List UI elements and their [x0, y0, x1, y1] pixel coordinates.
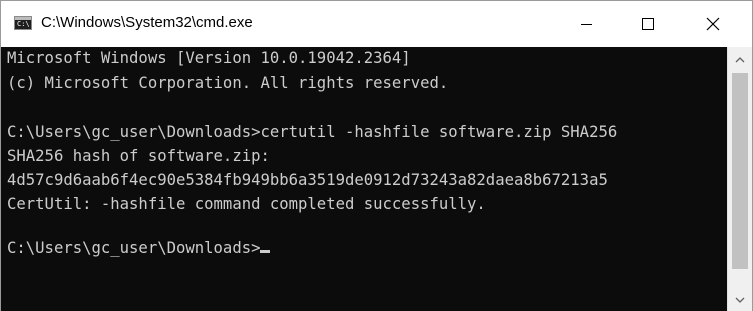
- console-line: CertUtil: -hashfile command completed su…: [7, 195, 486, 213]
- maximize-button[interactable]: [620, 1, 676, 47]
- scroll-thumb[interactable]: [732, 73, 748, 269]
- title-bar[interactable]: C:\ C:\Windows\System32\cmd.exe: [1, 1, 752, 47]
- console-line: 4d57c9d6aab6f4ec90e5384fb949bb6a3519de09…: [7, 171, 608, 189]
- chevron-down-icon: [735, 297, 745, 303]
- console-line: C:\Users\gc_user\Downloads>certutil -has…: [7, 123, 618, 141]
- console-line: SHA256 hash of software.zip:: [7, 147, 270, 165]
- scroll-track[interactable]: [728, 71, 752, 289]
- scroll-down-button[interactable]: [728, 289, 752, 311]
- console-line: Microsoft Windows [Version 10.0.19042.23…: [7, 49, 411, 67]
- chevron-up-icon: [735, 57, 745, 63]
- maximize-icon: [642, 18, 654, 30]
- cmd-icon: C:\: [14, 16, 32, 30]
- console-output[interactable]: Microsoft Windows [Version 10.0.19042.23…: [1, 47, 727, 311]
- console-line: (c) Microsoft Corporation. All rights re…: [7, 74, 449, 92]
- text-cursor: [260, 250, 271, 253]
- console-prompt: C:\Users\gc_user\Downloads>: [7, 239, 261, 257]
- vertical-scrollbar[interactable]: [727, 47, 752, 311]
- minimize-icon: [580, 23, 592, 25]
- console-prompt-line[interactable]: C:\Users\gc_user\Downloads>: [7, 238, 271, 258]
- close-button[interactable]: [685, 1, 741, 47]
- close-icon: [706, 17, 720, 31]
- window-title: C:\Windows\System32\cmd.exe: [41, 14, 253, 31]
- minimize-button[interactable]: [558, 1, 614, 47]
- cmd-window: C:\ C:\Windows\System32\cmd.exe Microsof…: [0, 0, 753, 311]
- scroll-up-button[interactable]: [728, 49, 752, 71]
